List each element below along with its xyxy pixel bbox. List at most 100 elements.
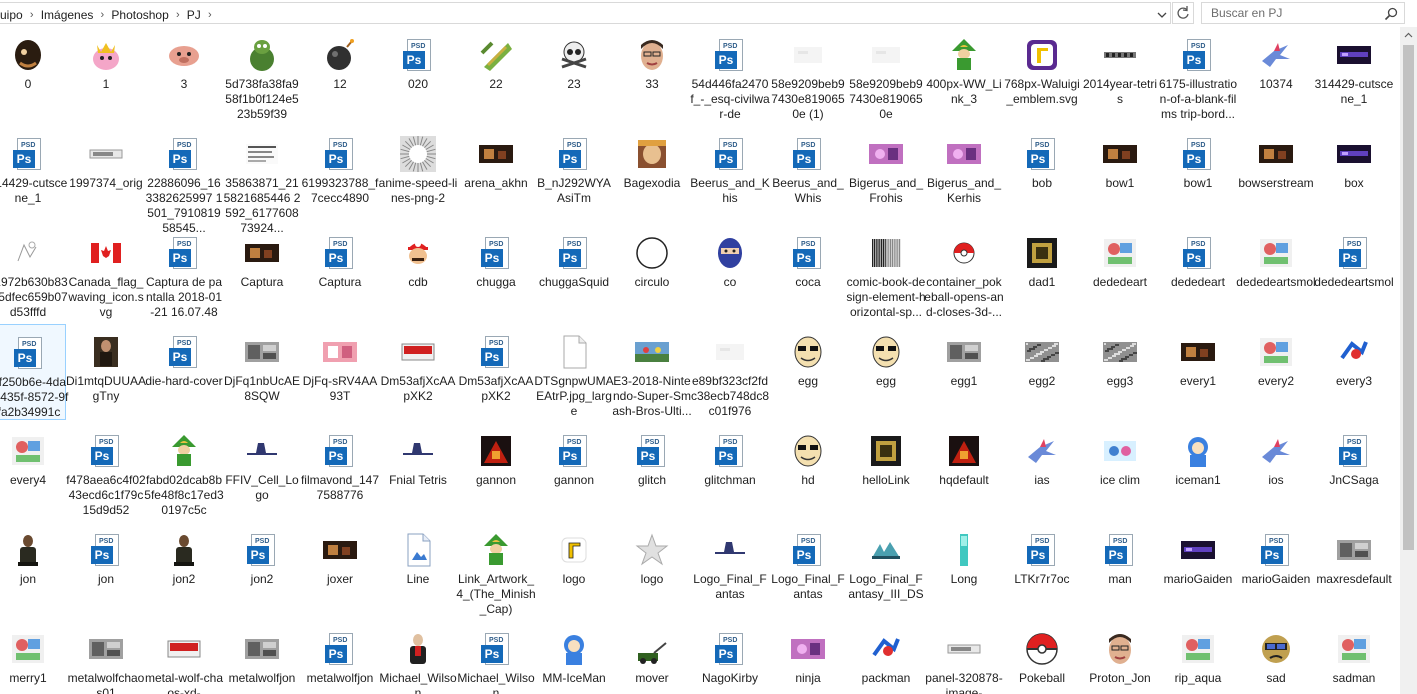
file-item[interactable]: 5d738fa38fa958f1b0f124e523b59f39 <box>224 27 300 123</box>
file-item[interactable]: Captura <box>224 225 300 321</box>
file-item[interactable]: PSD Ps LTKr7r7oc <box>1004 522 1080 618</box>
file-item[interactable]: hd <box>770 423 846 519</box>
file-item[interactable]: e89bf323cf2fdc38ecb748dc8c01f976 <box>691 324 769 420</box>
file-item[interactable]: PSD Ps 6175-illustration-of-a-blank-films … <box>1159 27 1237 123</box>
file-item[interactable]: egg1 <box>926 324 1002 420</box>
file-item[interactable]: Logo_Final_Fantas <box>692 522 768 618</box>
file-item[interactable]: PSD Ps bow1 <box>1160 126 1236 222</box>
file-item[interactable]: PSDPs 314429-cutscene_1 <box>0 126 67 222</box>
chevron-down-icon[interactable] <box>1156 9 1168 21</box>
file-item[interactable]: PSD Ps Captura <box>302 225 378 321</box>
file-item[interactable]: Line <box>380 522 456 618</box>
file-item[interactable]: Fnial Tetris <box>380 423 456 519</box>
file-item[interactable]: container_pokeball-opens-and-closes-3d-.… <box>924 225 1004 321</box>
file-item[interactable]: jon <box>0 522 66 618</box>
file-item[interactable]: PSD Ps die-hard-cover <box>145 324 223 420</box>
file-item[interactable]: logo <box>536 522 612 618</box>
file-item[interactable]: PSD Ps 020 <box>380 27 456 123</box>
file-item[interactable]: PSD Ps 22886096_163382625997 1501_79108195… <box>146 126 222 235</box>
file-item[interactable]: logo <box>614 522 690 618</box>
file-item[interactable]: PSD Ps metalwolfjon <box>302 621 378 694</box>
file-item[interactable]: PSD Ps glitch <box>614 423 690 519</box>
file-item[interactable]: PSD Ps chugga <box>458 225 534 321</box>
file-item[interactable]: PSD Ps marioGaiden <box>1238 522 1314 618</box>
file-item[interactable]: PSD Ps man <box>1082 522 1158 618</box>
file-item[interactable]: 22 <box>458 27 534 123</box>
breadcrumb-item[interactable]: Imágenes <box>41 7 94 23</box>
file-item[interactable]: 12 <box>302 27 378 123</box>
file-item[interactable]: PSD Ps Beerus_and_Khis <box>690 126 770 222</box>
file-item[interactable]: 23 <box>536 27 612 123</box>
address-bar[interactable]: uipo › Imágenes › Photoshop › PJ › <box>0 2 1171 24</box>
search-input[interactable] <box>1211 6 1379 20</box>
file-item[interactable]: 33 <box>614 27 690 123</box>
file-item[interactable]: 768px-Waluigi_emblem.svg <box>1004 27 1080 123</box>
file-item[interactable]: panel-320878-image- <box>925 621 1003 694</box>
file-item[interactable]: marioGaiden <box>1160 522 1236 618</box>
file-item[interactable]: dededeart <box>1082 225 1158 321</box>
file-item[interactable]: every1 <box>1160 324 1236 420</box>
file-item[interactable]: PSD Ps coca <box>770 225 846 321</box>
file-item[interactable]: PSD Ps f478aea6c4f0243ecd6c1f79c15d9d52 <box>66 423 146 519</box>
file-item[interactable]: 400px-WW_Link_3 <box>926 27 1002 123</box>
file-item[interactable]: metal-wolf-chaos-xd- <box>145 621 223 694</box>
file-item[interactable]: Proton_Jon <box>1082 621 1158 694</box>
file-item[interactable]: PSD Ps jon2 <box>224 522 300 618</box>
file-item[interactable]: ice clim <box>1082 423 1158 519</box>
file-item[interactable]: PSD Ps Dm53afjXcAApXK2 <box>458 324 534 420</box>
file-item[interactable]: jon2 <box>146 522 222 618</box>
breadcrumb-separator-icon[interactable]: › <box>23 7 41 23</box>
file-item[interactable]: ias <box>1004 423 1080 519</box>
file-item[interactable]: metalwolfchaos01 <box>68 621 144 694</box>
vertical-scrollbar[interactable] <box>1400 27 1417 694</box>
file-item[interactable]: PSD Ps filmavond_1477588776 <box>301 423 379 519</box>
file-item[interactable]: PSD Ps chuggaSquid <box>536 225 612 321</box>
file-item[interactable]: packman <box>848 621 924 694</box>
file-item[interactable]: 3 <box>146 27 222 123</box>
file-item[interactable]: Long <box>926 522 1002 618</box>
file-item[interactable]: egg2 <box>1004 324 1080 420</box>
search-icon[interactable] <box>1384 7 1398 21</box>
file-item[interactable]: maxresdefault <box>1316 522 1392 618</box>
file-item[interactable]: co <box>692 225 768 321</box>
file-item[interactable]: Bigerus_and_Frohis <box>848 126 924 222</box>
file-item[interactable]: arena_akhn <box>458 126 534 222</box>
file-item[interactable]: cdb <box>380 225 456 321</box>
file-item[interactable]: DTSgnpwUMAEAtrP.jpg_large <box>534 324 614 420</box>
file-item[interactable]: gannon <box>458 423 534 519</box>
file-item[interactable]: PSDPs df250b6e-4da8-435f-8572-9ffa2b34991… <box>0 324 68 420</box>
file-item[interactable]: 35863871_215821685446 2592_617760873924.… <box>224 126 300 235</box>
file-item[interactable]: box <box>1316 126 1392 222</box>
file-item[interactable]: sad <box>1238 621 1314 694</box>
file-item[interactable]: egg <box>848 324 924 420</box>
file-item[interactable]: bow1 <box>1082 126 1158 222</box>
file-item[interactable]: metalwolfjon <box>224 621 300 694</box>
file-item[interactable]: PSD Ps bob <box>1004 126 1080 222</box>
file-item[interactable]: PSD Ps Logo_Final_Fantas <box>770 522 846 618</box>
file-item[interactable]: dededeartsmol <box>1236 225 1316 321</box>
file-item[interactable]: PSD Ps JnCSaga <box>1316 423 1392 519</box>
breadcrumb-separator-icon[interactable]: › <box>93 7 111 23</box>
file-item[interactable]: Logo_Final_Fantasy_III_DS <box>848 522 924 618</box>
file-item[interactable]: iceman1 <box>1160 423 1236 519</box>
file-item[interactable]: PSD Ps gannon <box>536 423 612 519</box>
breadcrumb-item[interactable]: PJ <box>187 7 201 23</box>
file-item[interactable]: PSD Ps Michael_Wilson <box>457 621 535 694</box>
file-item[interactable]: 1997374_orig <box>68 126 144 222</box>
file-item[interactable]: bowserstream <box>1238 126 1314 222</box>
file-item[interactable]: E3-2018-Nintendo-Super-Smash-Bros-Ulti..… <box>612 324 692 420</box>
file-item[interactable]: PSD Ps dededeartsmol <box>1314 225 1394 321</box>
file-item[interactable]: PSD Ps Beerus_and_Whis <box>770 126 846 222</box>
file-item[interactable]: c1972b630b830f5dfec659b07d53fffd <box>0 225 68 321</box>
file-item[interactable]: PSD Ps dededeart <box>1160 225 1236 321</box>
file-item[interactable]: FFIV_Cell_Logo <box>224 423 300 519</box>
file-item[interactable]: joxer <box>302 522 378 618</box>
file-item[interactable]: 58e9209beb97430e8190650e (1) <box>770 27 846 123</box>
file-item[interactable]: Di1mtqDUUAAgTny <box>66 324 146 420</box>
file-item[interactable]: Pokeball <box>1004 621 1080 694</box>
file-item[interactable]: every2 <box>1238 324 1314 420</box>
file-item[interactable]: helloLink <box>848 423 924 519</box>
file-item[interactable]: dad1 <box>1004 225 1080 321</box>
file-item[interactable]: Bigerus_and_Kerhis <box>926 126 1002 222</box>
file-item[interactable]: MM-IceMan <box>536 621 612 694</box>
